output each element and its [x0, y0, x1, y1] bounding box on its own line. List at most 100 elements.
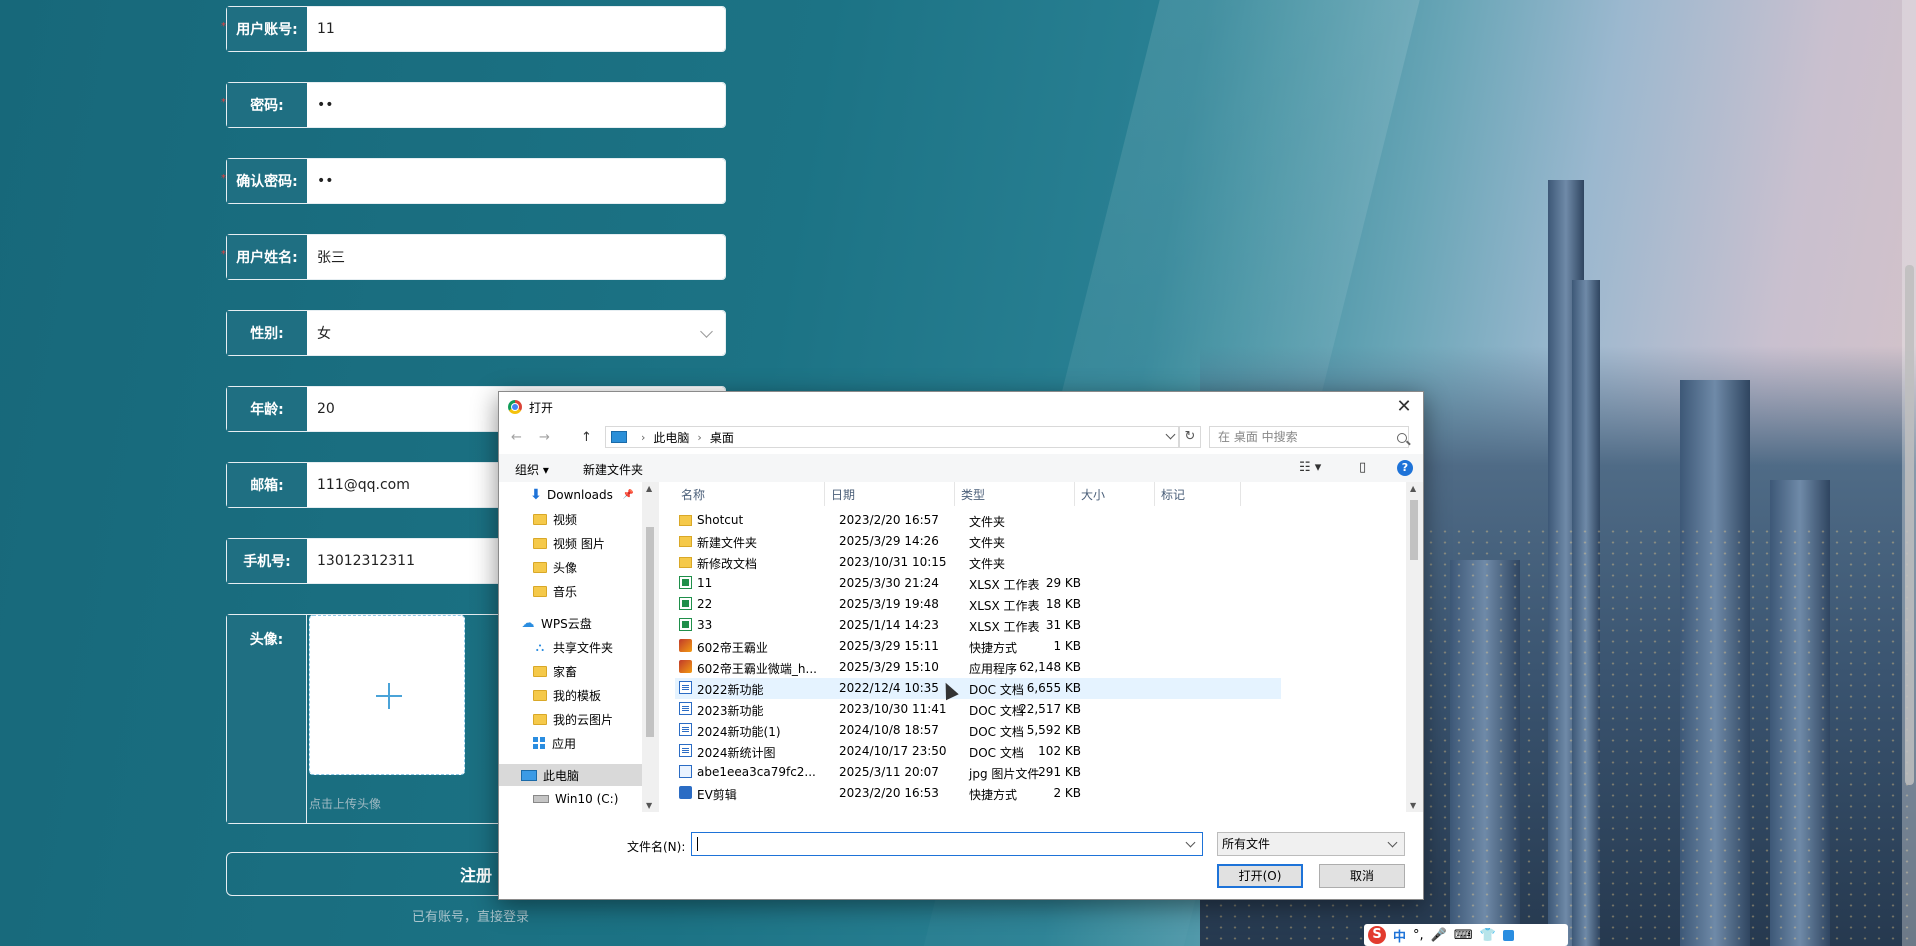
- column-name[interactable]: 名称: [675, 482, 825, 506]
- file-row[interactable]: 2024新统计图 2024/10/17 23:50 DOC 文档 102 KB: [675, 741, 1281, 762]
- file-list-scrollbar-thumb[interactable]: [1410, 500, 1418, 560]
- skin-icon[interactable]: 👕: [1480, 928, 1496, 943]
- filetype-select[interactable]: 所有文件: [1217, 832, 1405, 856]
- tree-item-videos[interactable]: 视频: [533, 508, 577, 530]
- search-icon[interactable]: [1397, 433, 1407, 443]
- column-tags[interactable]: 标记: [1155, 482, 1241, 506]
- help-icon[interactable]: ?: [1397, 460, 1413, 476]
- open-button[interactable]: 打开(O): [1217, 864, 1303, 888]
- tree-item-drive-c[interactable]: Win10 (C:): [533, 788, 618, 810]
- file-row[interactable]: Shotcut 2023/2/20 16:57 文件夹: [675, 510, 1281, 531]
- confirm-password-input[interactable]: ••: [307, 159, 725, 203]
- scroll-up-icon[interactable]: ▲: [646, 484, 652, 493]
- microphone-icon[interactable]: 🎤: [1431, 928, 1447, 943]
- file-name: EV剪辑: [697, 788, 737, 802]
- app-file-icon: [679, 639, 692, 652]
- file-date: 2025/3/11 20:07: [839, 765, 939, 779]
- tree-item-label: Downloads: [547, 488, 613, 502]
- punctuation-toggle[interactable]: °,: [1413, 928, 1424, 943]
- column-date[interactable]: 日期: [825, 482, 955, 506]
- file-row[interactable]: 2024新功能(1) 2024/10/8 18:57 DOC 文档 5,592 KB: [675, 720, 1281, 741]
- tree-item-this-pc[interactable]: 此电脑: [499, 764, 642, 786]
- view-options-icon[interactable]: ☷ ▾: [1299, 460, 1321, 475]
- page-scrollbar[interactable]: [1902, 0, 1916, 946]
- chevron-down-icon[interactable]: [1165, 429, 1176, 440]
- tree-item-music[interactable]: 音乐: [533, 580, 577, 602]
- file-row[interactable]: 602帝王霸业微端_h... 2025/3/29 15:10 应用程序 62,148 …: [675, 657, 1281, 678]
- column-type[interactable]: 类型: [955, 482, 1075, 506]
- breadcrumb-this-pc[interactable]: 此电脑: [653, 429, 689, 446]
- login-link[interactable]: 已有账号，直接登录: [412, 906, 529, 925]
- file-row[interactable]: abe1eea3ca79fc2... 2025/3/11 20:07 jpg 图片文…: [675, 762, 1281, 783]
- cancel-button[interactable]: 取消: [1319, 864, 1405, 888]
- file-row[interactable]: 602帝王霸业 2025/3/29 15:11 快捷方式 1 KB: [675, 636, 1281, 657]
- age-label: 年龄:: [227, 387, 308, 431]
- tree-scrollbar[interactable]: ▲ ▼: [642, 482, 659, 812]
- file-type: XLSX 工作表: [969, 620, 1040, 634]
- navigation-tree: ⬇ Downloads 📌 视频 视频 图片 头像 音乐 ☁ WPS云盘 ⛬ 共…: [499, 482, 659, 812]
- file-row[interactable]: 22 2025/3/19 19:48 XLSX 工作表 18 KB: [675, 594, 1281, 615]
- tree-item-apps[interactable]: 应用: [533, 732, 576, 754]
- keyboard-icon[interactable]: ⌨: [1454, 928, 1473, 943]
- address-bar[interactable]: › 此电脑 › 桌面: [605, 426, 1179, 448]
- file-size: 1 KB: [1053, 639, 1081, 653]
- file-date: 2023/2/20 16:57: [839, 513, 939, 527]
- organize-menu[interactable]: 组织 ▾: [515, 461, 549, 478]
- folder-icon: [533, 537, 547, 549]
- doc-file-icon: [679, 702, 692, 715]
- ime-mode-toggle[interactable]: 中: [1393, 926, 1406, 945]
- dialog-titlebar: 打开 ✕: [499, 392, 1423, 422]
- download-icon: ⬇: [530, 487, 542, 503]
- file-row[interactable]: EV剪辑 2023/2/20 16:53 快捷方式 2 KB: [675, 783, 1281, 804]
- file-name: 2022新功能: [697, 683, 764, 697]
- tree-item-my-templates[interactable]: 我的模板: [533, 684, 601, 706]
- new-folder-button[interactable]: 新建文件夹: [583, 461, 643, 478]
- file-row[interactable]: 2022新功能 2022/12/4 10:35 DOC 文档 6,655 KB: [675, 678, 1281, 699]
- name-input[interactable]: 张三: [307, 235, 725, 279]
- up-arrow-icon[interactable]: ↑: [581, 430, 592, 445]
- dialog-title: 打开: [529, 401, 554, 415]
- file-row[interactable]: 11 2025/3/30 21:24 XLSX 工作表 29 KB: [675, 573, 1281, 594]
- file-row[interactable]: 2023新功能 2023/10/30 11:41 DOC 文档 22,517 KB: [675, 699, 1281, 720]
- filename-input[interactable]: [691, 832, 1203, 856]
- refresh-icon[interactable]: ↻: [1179, 426, 1201, 448]
- tree-item-video-pictures[interactable]: 视频 图片: [533, 532, 605, 554]
- column-size[interactable]: 大小: [1075, 482, 1155, 506]
- gender-select[interactable]: 女: [307, 311, 725, 355]
- forward-arrow-icon[interactable]: →: [539, 430, 550, 445]
- password-input[interactable]: ••: [307, 83, 725, 127]
- tree-item-my-cloud-pictures[interactable]: 我的云图片: [533, 708, 613, 730]
- file-list-scrollbar[interactable]: ▲ ▼: [1406, 482, 1423, 812]
- avatar-uploader[interactable]: [309, 615, 465, 775]
- tree-item-downloads[interactable]: ⬇ Downloads 📌: [529, 484, 639, 506]
- tree-item-shared-folder[interactable]: ⛬ 共享文件夹: [533, 636, 613, 658]
- tree-item-avatars[interactable]: 头像: [533, 556, 577, 578]
- apps-grid-icon[interactable]: [1502, 929, 1514, 941]
- scroll-up-icon[interactable]: ▲: [1410, 484, 1416, 493]
- back-arrow-icon[interactable]: ←: [511, 430, 522, 445]
- account-label: 用户账号:: [227, 7, 308, 51]
- file-row[interactable]: 新建文件夹 2025/3/29 14:26 文件夹: [675, 531, 1281, 552]
- account-input[interactable]: 11: [307, 7, 725, 51]
- scroll-down-icon[interactable]: ▼: [646, 801, 652, 810]
- file-row[interactable]: 新修改文档 2023/10/31 10:15 文件夹: [675, 552, 1281, 573]
- tree-item-livestock[interactable]: 家畜: [533, 660, 577, 682]
- search-input[interactable]: 在 桌面 中搜索: [1209, 426, 1409, 448]
- chevron-down-icon[interactable]: [1185, 837, 1196, 848]
- close-button[interactable]: ✕: [1391, 394, 1417, 420]
- sogou-logo-icon[interactable]: S: [1368, 926, 1386, 944]
- file-size: 29 KB: [1045, 576, 1081, 590]
- tree-scrollbar-thumb[interactable]: [646, 527, 654, 737]
- folder-icon: [533, 713, 547, 725]
- page-scrollbar-thumb[interactable]: [1905, 265, 1914, 785]
- tree-item-label: 应用: [552, 736, 577, 751]
- file-date: 2025/3/30 21:24: [839, 576, 939, 590]
- file-row[interactable]: 33 2025/1/14 14:23 XLSX 工作表 31 KB: [675, 615, 1281, 636]
- preview-pane-icon[interactable]: ▯: [1359, 460, 1366, 475]
- xlsx-file-icon: [679, 618, 692, 631]
- file-date: 2022/12/4 10:35: [839, 681, 939, 695]
- tree-item-wps-cloud[interactable]: ☁ WPS云盘: [521, 612, 592, 634]
- breadcrumb-desktop[interactable]: 桌面: [710, 429, 734, 446]
- scroll-down-icon[interactable]: ▼: [1410, 801, 1416, 810]
- name-label: 用户姓名:: [227, 235, 308, 279]
